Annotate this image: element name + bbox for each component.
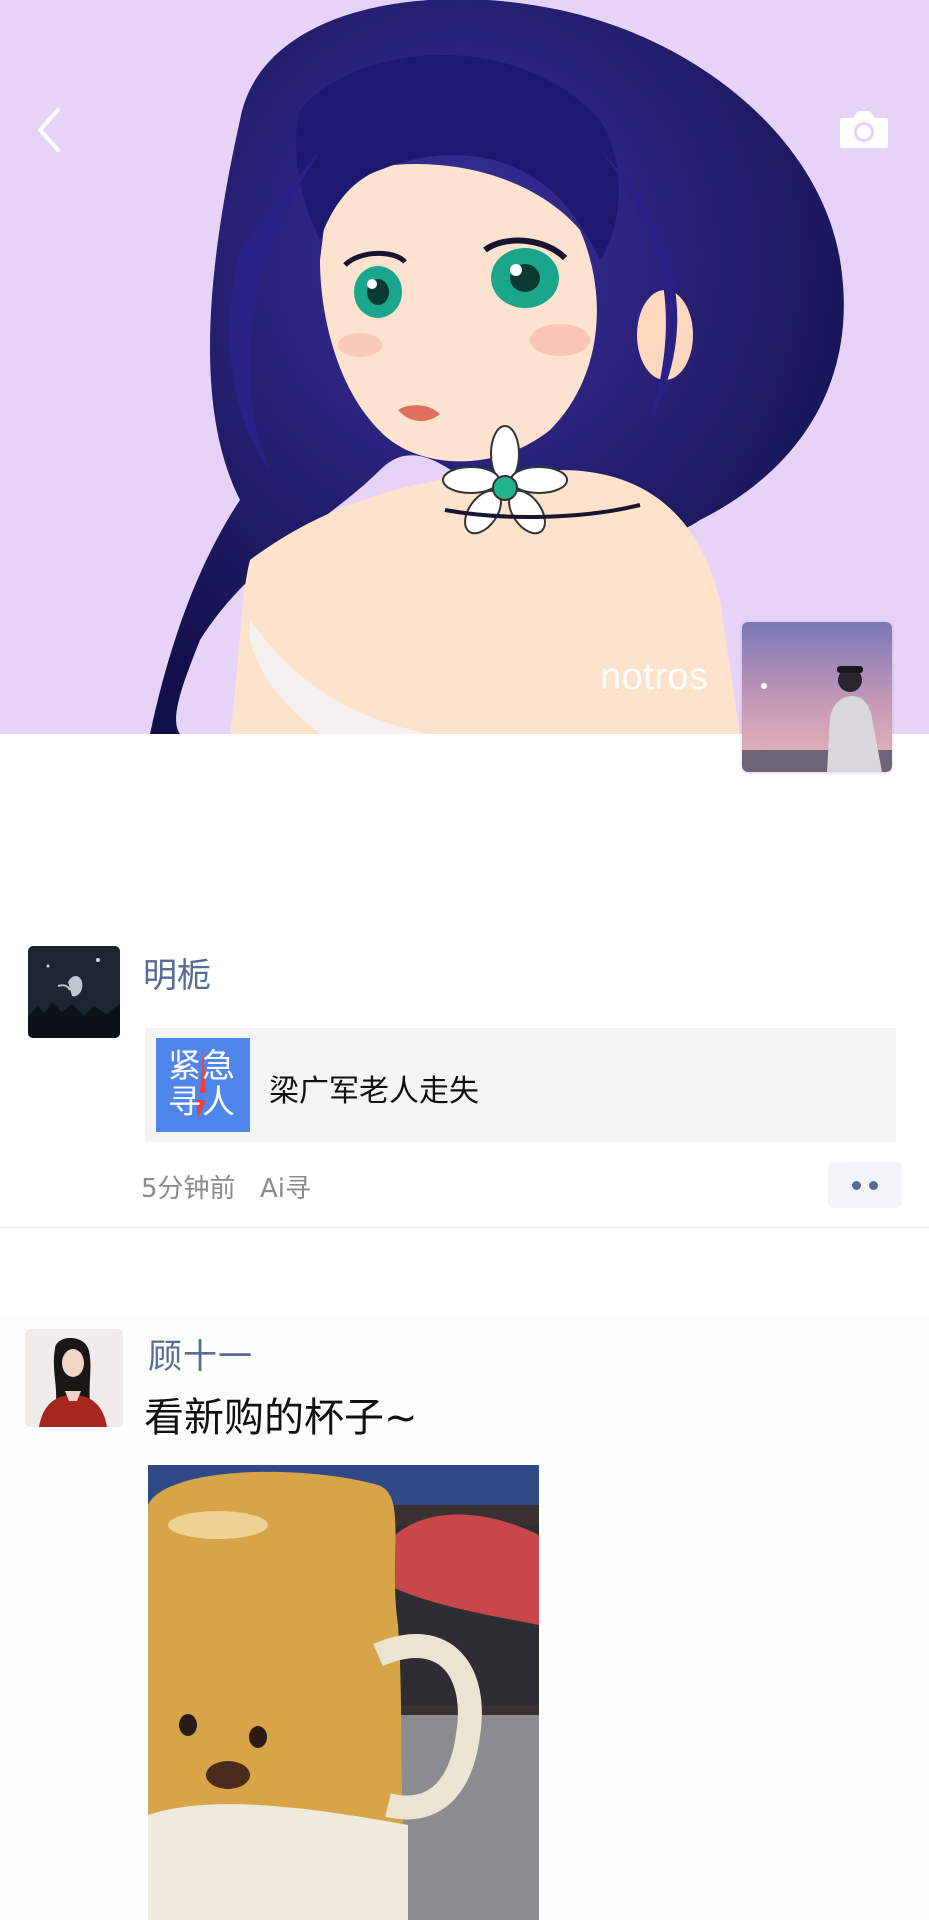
post-time: 5分钟前 xyxy=(141,1174,236,1204)
shared-link-card[interactable]: 紧急 寻人 梁广军老人走失 xyxy=(145,1028,896,1142)
post-source[interactable]: Ai寻 xyxy=(260,1168,311,1205)
avatar-image xyxy=(742,622,892,772)
author-avatar[interactable] xyxy=(28,946,120,1038)
author-avatar[interactable] xyxy=(25,1329,123,1427)
share-card-title: 梁广军老人走失 xyxy=(269,1074,479,1109)
profile-nickname[interactable]: notros xyxy=(600,656,709,699)
avatar-image xyxy=(25,1329,123,1427)
share-thumbnail: 紧急 寻人 xyxy=(156,1038,250,1132)
camera-icon xyxy=(840,111,888,148)
profile-avatar[interactable] xyxy=(742,622,892,772)
back-button[interactable] xyxy=(28,100,72,160)
chevron-left-icon xyxy=(38,108,60,152)
thumb-text-line1: 紧急 xyxy=(168,1046,236,1085)
mug-photo xyxy=(148,1465,539,1920)
author-name[interactable]: 明栀 xyxy=(143,948,211,997)
avatar-image xyxy=(28,946,120,1038)
moment-post: 明栀 紧急 寻人 梁广军老人走失 5分钟前 Ai寻 xyxy=(0,940,929,1227)
author-name[interactable]: 顾十一 xyxy=(148,1329,253,1378)
post-divider xyxy=(0,1227,929,1228)
more-actions-button[interactable] xyxy=(828,1162,902,1208)
post-text: 看新购的杯子~ xyxy=(144,1395,418,1441)
camera-button[interactable] xyxy=(838,108,890,150)
thumb-text-line2: 寻人 xyxy=(168,1082,236,1121)
post-photo[interactable] xyxy=(148,1465,539,1920)
